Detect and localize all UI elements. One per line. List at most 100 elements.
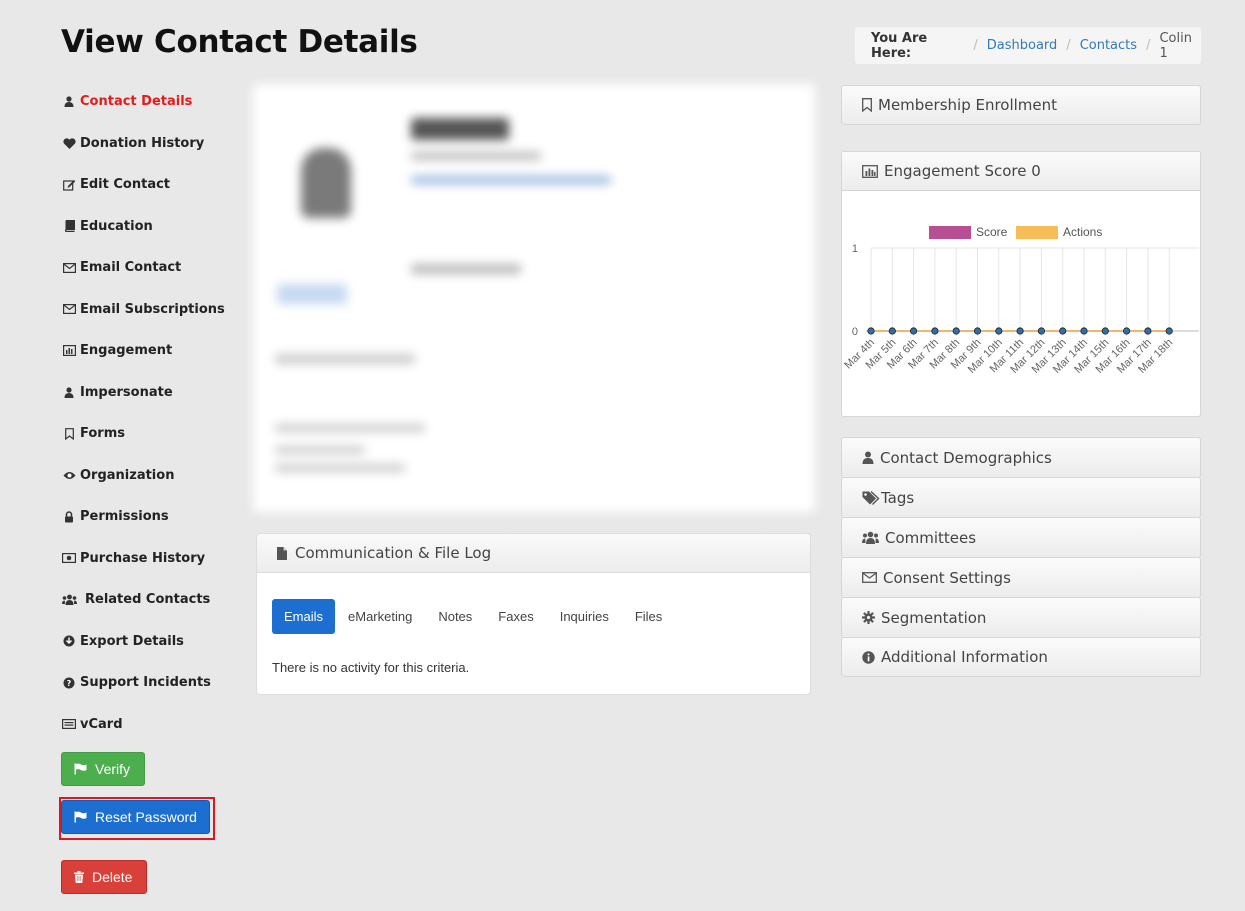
- data-point: [1144, 327, 1152, 335]
- data-point: [1016, 327, 1024, 335]
- data-point: [1059, 327, 1067, 335]
- data-point: [931, 327, 939, 335]
- profile-detail-blur: [411, 264, 521, 274]
- membership-enrollment-panel[interactable]: Membership Enrollment: [841, 85, 1201, 125]
- membership-enrollment-title: Membership Enrollment: [878, 96, 1058, 114]
- communication-log-panel: Communication & File Log Emails eMarketi…: [256, 533, 811, 695]
- envelope-icon: [61, 262, 77, 273]
- data-point: [888, 327, 896, 335]
- sidebar: Contact Details Donation History Edit Co…: [61, 81, 231, 745]
- breadcrumb: You Are Here: / Dashboard / Contacts / C…: [855, 27, 1201, 64]
- data-point: [1101, 327, 1109, 335]
- breadcrumb-contacts-link[interactable]: Contacts: [1080, 38, 1137, 53]
- sidebar-item-purchase-history[interactable]: Purchase History: [61, 538, 231, 580]
- tab-inquiries[interactable]: Inquiries: [547, 599, 622, 634]
- sidebar-item-email-subscriptions[interactable]: Email Subscriptions: [61, 289, 231, 331]
- communication-log-header: Communication & File Log: [257, 534, 810, 573]
- tab-files[interactable]: Files: [622, 599, 675, 634]
- engagement-score-header: Engagement Score 0: [842, 152, 1200, 191]
- sidebar-item-engagement[interactable]: Engagement: [61, 330, 231, 372]
- sidebar-item-email-contact[interactable]: Email Contact: [61, 247, 231, 289]
- sidebar-item-label: Related Contacts: [85, 592, 211, 608]
- tags-panel[interactable]: Tags: [841, 477, 1201, 518]
- communication-tabs: Emails eMarketing Notes Faxes Inquiries …: [272, 599, 675, 634]
- legend-swatch: [1016, 226, 1058, 239]
- profile-card-blurred: [253, 84, 815, 512]
- sidebar-item-vcard[interactable]: vCard: [61, 704, 231, 746]
- sidebar-item-label: Export Details: [80, 633, 184, 649]
- reset-password-button[interactable]: Reset Password: [61, 800, 210, 834]
- breadcrumb-current: Colin 1: [1159, 30, 1192, 61]
- legend-label: Actions: [1063, 225, 1102, 239]
- sidebar-item-permissions[interactable]: Permissions: [61, 496, 231, 538]
- verify-button[interactable]: Verify: [61, 752, 145, 786]
- data-point: [910, 327, 918, 335]
- users-icon: [862, 531, 879, 544]
- data-point: [1037, 327, 1045, 335]
- sidebar-item-related-contacts[interactable]: Related Contacts: [61, 579, 231, 621]
- tags-title: Tags: [881, 488, 915, 507]
- question-icon: ?: [61, 677, 77, 689]
- download-icon: [61, 635, 77, 647]
- tab-emarketing[interactable]: eMarketing: [335, 599, 425, 634]
- profile-field-blur: [275, 464, 405, 472]
- sidebar-item-label: Impersonate: [80, 384, 173, 400]
- lock-icon: [61, 511, 77, 523]
- profile-field-blur: [275, 446, 365, 454]
- consent-settings-panel[interactable]: Consent Settings: [841, 557, 1201, 598]
- data-point: [1122, 327, 1131, 335]
- sidebar-item-support-incidents[interactable]: ? Support Incidents: [61, 662, 231, 704]
- page-title: View Contact Details: [61, 24, 418, 60]
- committees-panel[interactable]: Committees: [841, 517, 1201, 558]
- sidebar-item-label: Permissions: [80, 509, 169, 525]
- reset-password-button-label: Reset Password: [95, 809, 197, 825]
- engagement-score-title: Engagement Score 0: [884, 162, 1041, 180]
- legend-label: Score: [976, 225, 1008, 239]
- sidebar-item-impersonate[interactable]: Impersonate: [61, 372, 231, 414]
- sidebar-item-organization[interactable]: Organization: [61, 455, 231, 497]
- empty-state-text: There is no activity for this criteria.: [272, 660, 470, 675]
- tab-faxes[interactable]: Faxes: [485, 599, 546, 634]
- sidebar-item-export-details[interactable]: Export Details: [61, 621, 231, 663]
- data-point: [995, 327, 1003, 335]
- breadcrumb-label: You Are Here:: [871, 30, 928, 61]
- bookmark-icon: [61, 427, 77, 440]
- users-icon: [61, 594, 77, 606]
- flag-icon: [74, 811, 87, 823]
- sidebar-item-education[interactable]: Education: [61, 206, 231, 248]
- committees-title: Committees: [885, 528, 977, 547]
- profile-name-blur: [411, 118, 509, 140]
- contact-demographics-panel[interactable]: Contact Demographics: [841, 437, 1201, 478]
- tab-emails[interactable]: Emails: [272, 599, 336, 634]
- tab-notes[interactable]: Notes: [425, 599, 485, 634]
- sidebar-item-label: Donation History: [80, 135, 205, 151]
- user-icon: [61, 96, 77, 108]
- breadcrumb-dashboard-link[interactable]: Dashboard: [987, 38, 1058, 53]
- segmentation-title: Segmentation: [881, 608, 987, 627]
- user-icon: [61, 387, 77, 398]
- gear-icon: [862, 611, 875, 624]
- sidebar-item-label: vCard: [80, 716, 123, 732]
- profile-field-blur: [275, 424, 425, 432]
- sidebar-item-label: Email Contact: [80, 260, 182, 276]
- tags-icon: [862, 490, 880, 505]
- sidebar-item-label: Edit Contact: [80, 177, 171, 193]
- info-icon: [862, 650, 875, 664]
- book-icon: [61, 220, 77, 233]
- sidebar-item-forms[interactable]: Forms: [61, 413, 231, 455]
- delete-button-label: Delete: [92, 869, 133, 885]
- profile-subtitle-blur: [411, 152, 541, 160]
- sidebar-item-label: Forms: [80, 426, 125, 442]
- data-point: [952, 327, 960, 335]
- file-icon: [277, 546, 287, 560]
- additional-information-panel[interactable]: Additional Information: [841, 637, 1201, 677]
- sidebar-item-label: Support Incidents: [80, 675, 211, 691]
- bar-chart-icon: [61, 345, 77, 357]
- segmentation-panel[interactable]: Segmentation: [841, 597, 1201, 638]
- sidebar-item-edit-contact[interactable]: Edit Contact: [61, 164, 231, 206]
- delete-button[interactable]: Delete: [61, 860, 147, 894]
- sidebar-item-donation-history[interactable]: Donation History: [61, 123, 231, 165]
- sidebar-item-contact-details[interactable]: Contact Details: [61, 81, 231, 123]
- heart-icon: [61, 138, 77, 149]
- sidebar-item-label: Engagement: [80, 343, 173, 359]
